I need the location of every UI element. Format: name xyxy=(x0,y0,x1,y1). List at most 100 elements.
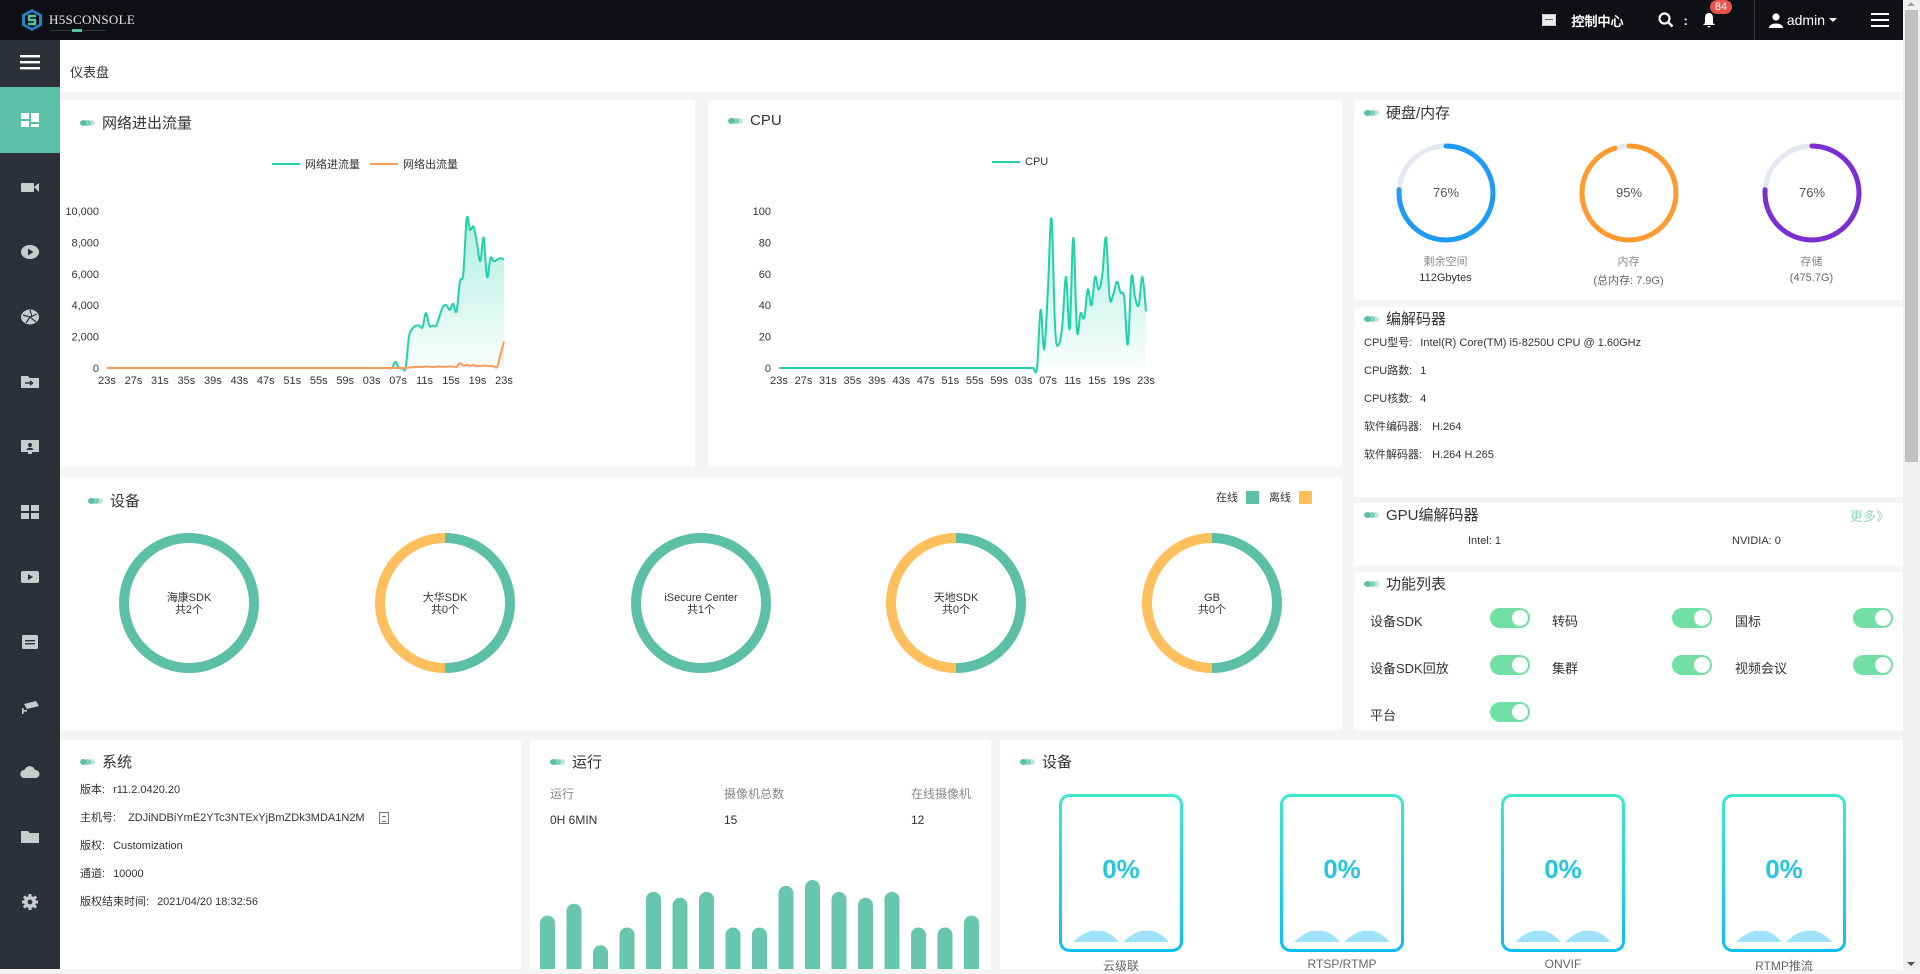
run-bar xyxy=(672,897,688,969)
device-donut[interactable]: GB共0个 xyxy=(1142,533,1282,673)
codec-key: 软件解码器: xyxy=(1364,449,1423,461)
play-circle-icon xyxy=(21,244,39,259)
legend-cpu[interactable]: CPU xyxy=(1025,156,1048,168)
device-donut[interactable]: 大华SDK共0个 xyxy=(375,533,515,673)
cpu-chart[interactable]: 0 20 40 60 80 100 23s 27s 31s 35s 39s 43s 47s 51s 55s 5… xyxy=(708,168,1342,468)
features-panel: 功能列表 设备SDK 转码 国标 设备SDK回放 集群 视频会议 平台 xyxy=(1354,572,1903,730)
more-vertical-button[interactable]: : xyxy=(1684,13,1688,28)
sidebar-item-monitor[interactable] xyxy=(0,414,60,479)
device-donut[interactable]: iSecure Center共1个 xyxy=(631,533,771,673)
feature-toggle[interactable] xyxy=(1490,608,1530,628)
x-tick-label: 47s xyxy=(917,375,935,387)
card-percent: 0% xyxy=(1323,854,1361,884)
legend-swatch-cpu xyxy=(992,161,1020,163)
scrollbar-thumb[interactable] xyxy=(1905,10,1918,462)
user-menu[interactable]: admin xyxy=(1768,12,1837,28)
sidebar-item-list[interactable] xyxy=(0,609,60,674)
run-bar xyxy=(566,903,582,969)
device-donut[interactable]: 天地SDK共0个 xyxy=(886,533,1026,673)
feature-toggle[interactable] xyxy=(1672,608,1712,628)
run-bar xyxy=(725,927,741,969)
x-tick-label: 23s xyxy=(770,375,788,387)
gauge-detail: (总内存: 7.9G) xyxy=(1593,275,1664,287)
card-percent: 0% xyxy=(1544,854,1582,884)
sidebar-item-folder[interactable] xyxy=(0,804,60,869)
feature-toggle[interactable] xyxy=(1490,702,1530,722)
sidebar-item-video[interactable] xyxy=(0,544,60,609)
gpu-panel: GPU编解码器 更多》 Intel: 1 NVIDIA: 0 xyxy=(1354,503,1903,566)
network-traffic-chart[interactable]: 0 2,000 4,000 6,000 8,000 10,000 23s 27s 31s 35s 3… xyxy=(60,168,695,468)
feature-toggle[interactable] xyxy=(1490,655,1530,675)
sidebar-item-settings[interactable] xyxy=(0,869,60,934)
sidebar-item-aperture[interactable] xyxy=(0,284,60,349)
legend-swatch-in xyxy=(272,163,300,165)
notification-badge: 84 xyxy=(1709,0,1733,14)
scroll-down-arrow-icon[interactable] xyxy=(1907,962,1915,966)
copy-icon[interactable] xyxy=(378,812,389,825)
run-bar xyxy=(540,915,555,969)
codec-value: H.264 H.265 xyxy=(1432,449,1494,461)
panel-title: CPU xyxy=(728,112,782,129)
feature-toggle[interactable] xyxy=(1853,608,1893,628)
run-bar xyxy=(805,880,820,969)
grid-icon xyxy=(21,504,39,519)
donut-total: 共1个 xyxy=(687,603,715,616)
feature-toggle[interactable] xyxy=(1672,655,1712,675)
logo[interactable]: H5SCONSOLE xyxy=(20,8,135,32)
panel-title: 功能列表 xyxy=(1364,573,1446,594)
donut-total: 共0个 xyxy=(431,603,459,616)
folder-import-icon xyxy=(21,375,39,388)
codec-panel: 编解码器 CPU型号: Intel(R) Core(TM) i5-8250U CP… xyxy=(1354,307,1903,497)
sidebar-item-camera[interactable] xyxy=(0,154,60,219)
gauge-ring: 76% xyxy=(1762,143,1861,243)
menu-button[interactable] xyxy=(1871,13,1889,27)
sidebar-item-cloud[interactable] xyxy=(0,739,60,804)
search-button[interactable] xyxy=(1657,12,1674,28)
logo-icon xyxy=(22,9,42,31)
system-value: Customization xyxy=(113,840,183,852)
codec-value: 4 xyxy=(1420,393,1427,405)
donut-name: 大华SDK xyxy=(423,590,468,604)
title-marker-icon xyxy=(1020,758,1036,766)
video-play-icon xyxy=(21,570,39,583)
codec-row: CPU路数: 1 xyxy=(1364,362,1426,378)
device-donut[interactable]: 海康SDK共2个 xyxy=(119,533,259,673)
panel-title: 系统 xyxy=(80,751,132,772)
title-marker-icon xyxy=(80,119,96,127)
network-traffic-panel: 网络进出流量 网络进流量 网络出流量 0 2,000 4,000 6,000 8,000… xyxy=(60,100,695,467)
legend-swatch-out xyxy=(370,163,398,165)
sidebar-toggle-button[interactable] xyxy=(0,40,60,84)
user-icon xyxy=(1768,12,1783,28)
protocol-card[interactable]: 0% ONVIF xyxy=(1501,794,1625,971)
protocol-card[interactable]: 0% RTMP推流 xyxy=(1722,794,1846,973)
donut-total: 共0个 xyxy=(942,603,970,616)
hamburger-icon xyxy=(20,55,40,70)
system-key: 版权结束时间: xyxy=(80,896,150,908)
sidebar-item-playback[interactable] xyxy=(0,219,60,284)
title-marker-icon xyxy=(728,117,744,125)
more-link[interactable]: 更多》 xyxy=(1850,506,1889,525)
sidebar-item-cctv[interactable] xyxy=(0,674,60,739)
sidebar-item-grid[interactable] xyxy=(0,479,60,544)
y-tick-label: 0 xyxy=(93,363,99,375)
sidebar-item-dashboard[interactable] xyxy=(0,87,60,153)
x-tick-label: 19s xyxy=(469,375,487,387)
run-bar xyxy=(964,915,979,969)
feature-label: 设备SDK回放 xyxy=(1370,661,1449,676)
control-center-button[interactable]: 控制中心 xyxy=(1541,11,1624,30)
x-tick-label: 11s xyxy=(1064,375,1081,387)
protocol-card[interactable]: 0% RTSP/RTMP xyxy=(1280,794,1404,971)
search-icon xyxy=(1657,12,1673,28)
panel-title: 网络进出流量 xyxy=(80,112,192,133)
notifications-button[interactable]: 84 xyxy=(1702,0,1733,28)
divider xyxy=(1753,0,1755,40)
gauge-detail: (475.7G) xyxy=(1789,272,1834,284)
page-scrollbar[interactable] xyxy=(1903,0,1920,969)
sidebar-item-import[interactable] xyxy=(0,349,60,414)
feature-toggle[interactable] xyxy=(1853,655,1893,675)
protocol-card[interactable]: 0% 云级联 xyxy=(1059,794,1183,973)
system-row: 版权结束时间: 2021/04/20 18:32:56 xyxy=(80,893,258,909)
scroll-up-arrow-icon[interactable] xyxy=(1907,2,1915,6)
x-tick-label: 59s xyxy=(336,375,354,387)
x-tick-label: 55s xyxy=(966,375,984,387)
